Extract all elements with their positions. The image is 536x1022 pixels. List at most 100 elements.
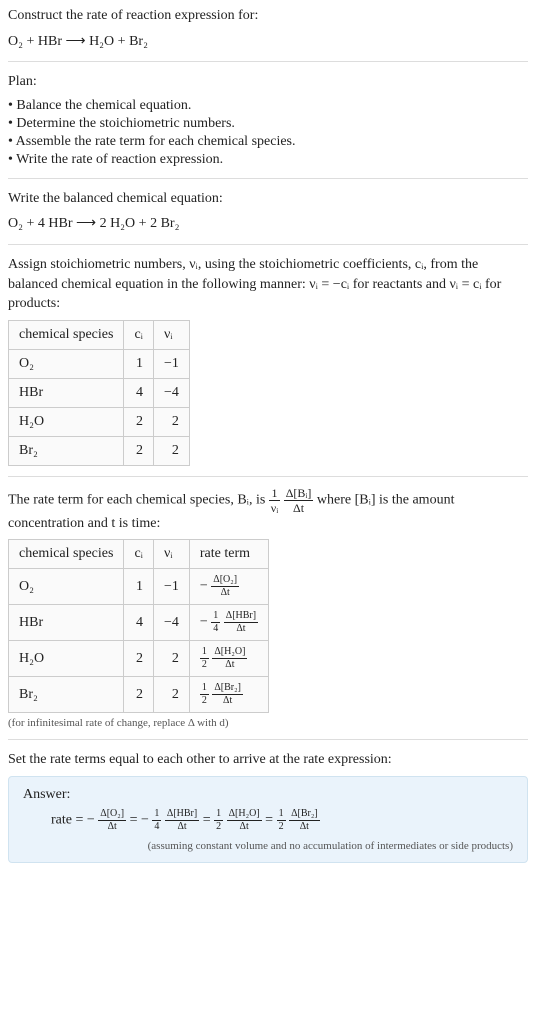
frac-den: Δt	[165, 821, 199, 832]
stoich-text: Assign stoichiometric numbers, νᵢ, using…	[8, 255, 528, 314]
cell-v: −1	[153, 349, 189, 378]
cell-species: Br₂	[9, 436, 124, 465]
frac-num: Δ[Br₂]	[212, 683, 243, 695]
cell-rate: 1 2 Δ[Br₂] Δt	[189, 677, 268, 713]
cell-v: 2	[153, 677, 189, 713]
frac-den: 2	[200, 695, 209, 706]
col-v: νᵢ	[153, 540, 189, 569]
plan-item: • Write the rate of reaction expression.	[8, 152, 528, 168]
rateterm-text: The rate term for each chemical species,…	[8, 487, 528, 534]
table-header-row: chemical species cᵢ νᵢ rate term	[9, 540, 269, 569]
balanced-equation: O₂ + 4 HBr ⟶ 2 H₂O + 2 Br₂	[8, 214, 528, 234]
frac-num: Δ[Br₂]	[289, 809, 320, 821]
frac-num: Δ[Bᵢ]	[284, 487, 314, 501]
frac-num: Δ[H₂O]	[227, 809, 262, 821]
frac-num: 1	[277, 809, 286, 821]
term-dfrac: Δ[HBr] Δt	[165, 809, 199, 832]
divider	[8, 244, 528, 245]
cell-c: 2	[124, 641, 154, 677]
cell-c: 4	[124, 605, 154, 641]
table-header-row: chemical species cᵢ νᵢ	[9, 320, 190, 349]
rate-coef: 1 2	[200, 683, 209, 706]
divider	[8, 739, 528, 740]
cell-c: 4	[124, 378, 154, 407]
col-c: cᵢ	[124, 540, 154, 569]
divider	[8, 61, 528, 62]
term-coef: 1 2	[277, 809, 286, 832]
rate-sign: −	[200, 579, 208, 594]
cell-rate: 1 2 Δ[H₂O] Δt	[189, 641, 268, 677]
table-row: HBr 4 −4	[9, 378, 190, 407]
answer-expression: rate = − Δ[O₂] Δt = − 1 4 Δ[HBr] Δt = 1 …	[51, 809, 513, 832]
cell-species: H₂O	[9, 641, 124, 677]
cell-species: HBr	[9, 605, 124, 641]
rateterm-pre: The rate term for each chemical species,…	[8, 492, 269, 507]
rate-sign: −	[200, 615, 208, 630]
frac-den: Δt	[212, 695, 243, 706]
rateterm-frac2: Δ[Bᵢ] Δt	[284, 487, 314, 514]
table-row: H₂O 2 2	[9, 407, 190, 436]
cell-species: O₂	[9, 569, 124, 605]
frac-den: Δt	[227, 821, 262, 832]
frac-den: Δt	[211, 587, 239, 598]
cell-species: H₂O	[9, 407, 124, 436]
term-dfrac: Δ[O₂] Δt	[98, 809, 126, 832]
rateterm-frac1: 1 νᵢ	[269, 487, 280, 514]
cell-v: 2	[153, 641, 189, 677]
frac-den: 4	[152, 821, 161, 832]
plan-item: • Determine the stoichiometric numbers.	[8, 116, 528, 132]
col-rate: rate term	[189, 540, 268, 569]
frac-den: Δt	[284, 501, 314, 514]
term-dfrac: Δ[Br₂] Δt	[289, 809, 320, 832]
term-coef: 1 4	[152, 809, 161, 832]
table-row: Br₂ 2 2 1 2 Δ[Br₂] Δt	[9, 677, 269, 713]
divider	[8, 476, 528, 477]
cell-c: 2	[124, 407, 154, 436]
cell-species: Br₂	[9, 677, 124, 713]
frac-num: Δ[H₂O]	[212, 647, 247, 659]
rate-dfrac: Δ[Br₂] Δt	[212, 683, 243, 706]
rate-dfrac: Δ[HBr] Δt	[224, 611, 258, 634]
frac-num: Δ[HBr]	[165, 809, 199, 821]
frac-den: Δt	[98, 821, 126, 832]
frac-den: 2	[214, 821, 223, 832]
answer-label: Answer:	[23, 787, 513, 803]
frac-den: 2	[277, 821, 286, 832]
frac-num: 1	[214, 809, 223, 821]
cell-c: 1	[124, 349, 154, 378]
cell-v: 2	[153, 436, 189, 465]
cell-v: 2	[153, 407, 189, 436]
document-root: Construct the rate of reaction expressio…	[0, 0, 536, 871]
frac-num: 1	[152, 809, 161, 821]
frac-num: Δ[O₂]	[211, 575, 239, 587]
col-species: chemical species	[9, 540, 124, 569]
table-row: Br₂ 2 2	[9, 436, 190, 465]
plan-item: • Balance the chemical equation.	[8, 98, 528, 114]
frac-den: νᵢ	[269, 501, 280, 514]
plan-item: • Assemble the rate term for each chemic…	[8, 134, 528, 150]
table-row: O₂ 1 −1	[9, 349, 190, 378]
prompt-title: Construct the rate of reaction expressio…	[8, 6, 528, 26]
rateterm-table: chemical species cᵢ νᵢ rate term O₂ 1 −1…	[8, 539, 269, 713]
term-sign: −	[141, 813, 149, 828]
final-heading: Set the rate terms equal to each other t…	[8, 750, 528, 770]
frac-num: 1	[200, 683, 209, 695]
table-row: O₂ 1 −1 − Δ[O₂] Δt	[9, 569, 269, 605]
divider	[8, 178, 528, 179]
frac-den: 2	[200, 659, 209, 670]
col-v: νᵢ	[153, 320, 189, 349]
eq: =	[130, 813, 141, 828]
frac-den: 4	[211, 623, 220, 634]
frac-num: 1	[269, 487, 280, 501]
rate-coef: 1 4	[211, 611, 220, 634]
answer-box: Answer: rate = − Δ[O₂] Δt = − 1 4 Δ[HBr]…	[8, 776, 528, 863]
frac-num: 1	[200, 647, 209, 659]
col-c: cᵢ	[124, 320, 154, 349]
frac-den: Δt	[289, 821, 320, 832]
cell-v: −4	[153, 378, 189, 407]
cell-v: −1	[153, 569, 189, 605]
frac-den: Δt	[224, 623, 258, 634]
plan-heading: Plan:	[8, 72, 528, 92]
rate-coef: 1 2	[200, 647, 209, 670]
col-species: chemical species	[9, 320, 124, 349]
